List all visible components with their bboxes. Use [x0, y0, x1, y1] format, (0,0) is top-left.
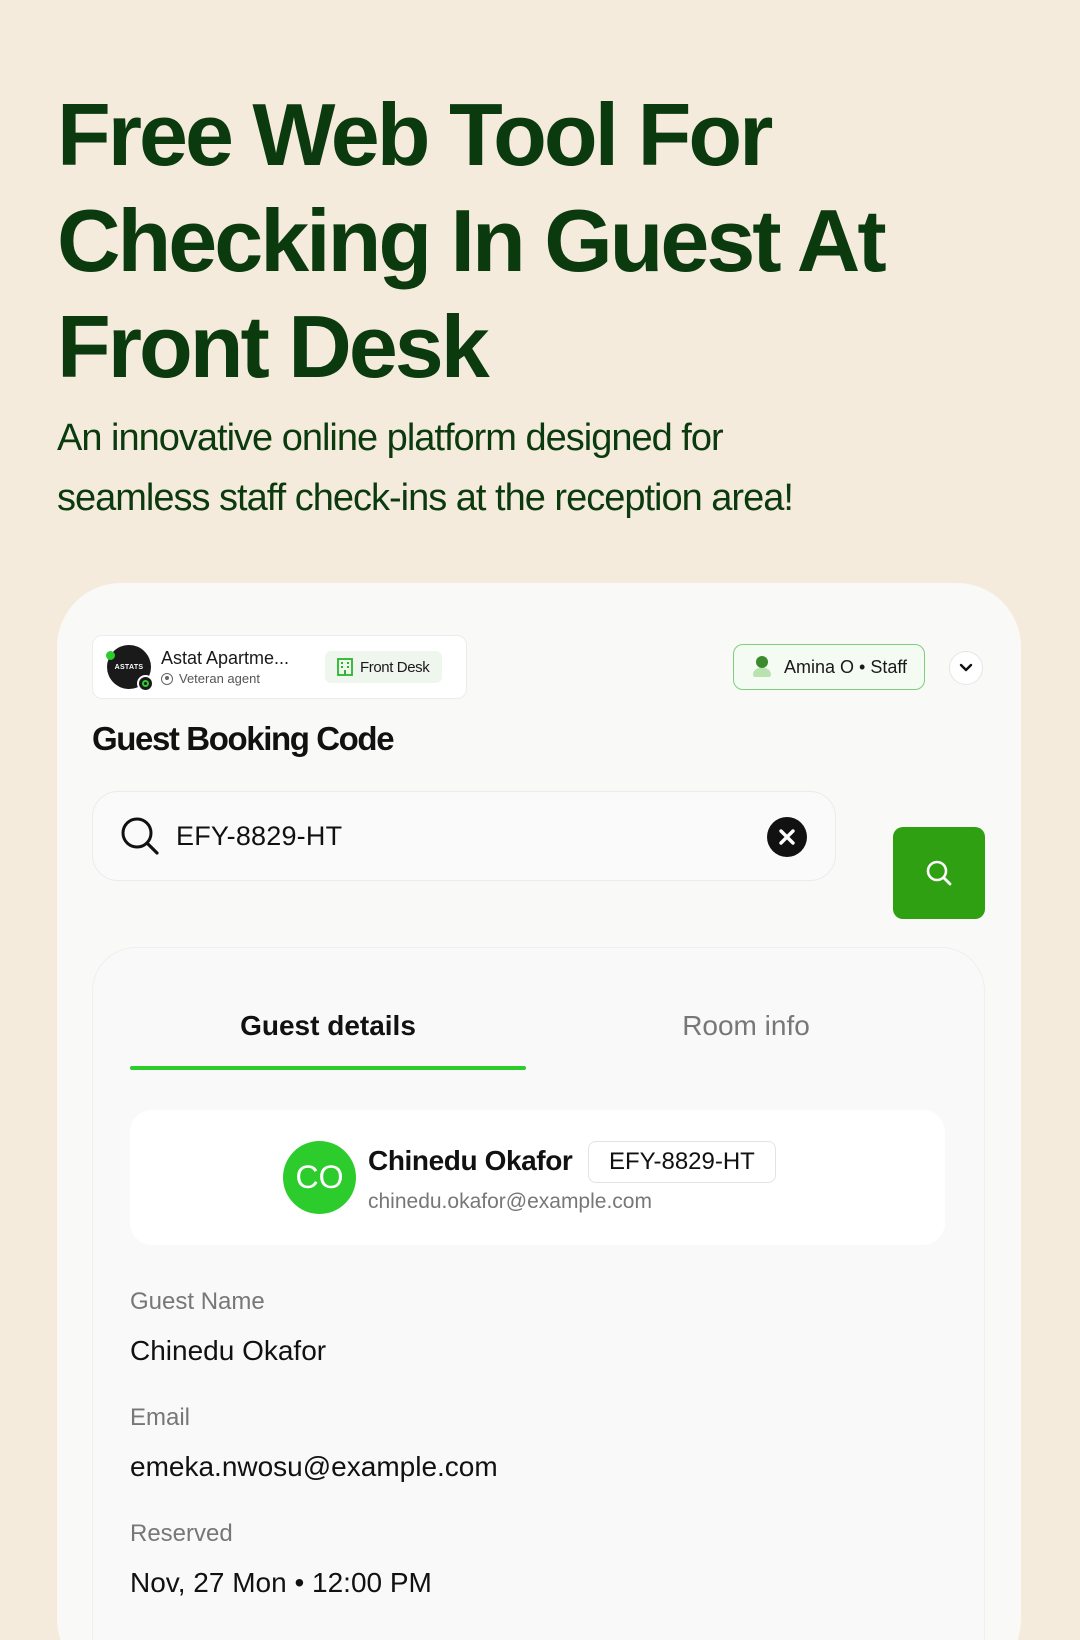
- search-icon: [121, 817, 159, 855]
- online-indicator: [106, 651, 115, 660]
- staff-label: Amina O • Staff: [784, 656, 908, 677]
- agent-selector[interactable]: ASTATS Astat Apartme... Veteran agent Fr…: [92, 635, 467, 699]
- agent-logo: ASTATS: [106, 645, 154, 692]
- guest-email: chinedu.okafor@example.com: [368, 1190, 652, 1213]
- close-icon: [779, 829, 795, 845]
- clear-button[interactable]: [767, 817, 807, 857]
- field-label-guest-name: Guest Name: [130, 1288, 265, 1315]
- account-menu-button[interactable]: [949, 651, 983, 685]
- verified-icon: [137, 675, 154, 692]
- agent-name: Astat Apartme...: [161, 648, 290, 668]
- user-icon: [752, 656, 772, 678]
- field-value-guest-name: Chinedu Okafor: [130, 1335, 327, 1366]
- field-value-reserved: Nov, 27 Mon • 12:00 PM: [130, 1567, 432, 1598]
- medal-icon: [161, 672, 173, 685]
- tab-guest-details[interactable]: Guest details: [130, 1010, 526, 1042]
- active-tab-indicator: [130, 1066, 526, 1070]
- field-label-reserved: Reserved: [130, 1520, 233, 1547]
- building-icon: [337, 658, 353, 676]
- field-value-email: emeka.nwosu@example.com: [130, 1451, 498, 1482]
- front-desk-chip[interactable]: Front Desk: [325, 651, 443, 683]
- hero-subtitle: An innovative online platform designed f…: [57, 417, 794, 519]
- avatar: CO: [283, 1141, 356, 1214]
- tab-room-info[interactable]: Room info: [548, 1010, 944, 1042]
- chevron-down-icon: [959, 663, 973, 672]
- booking-code-input[interactable]: EFY-8829-HT: [92, 791, 836, 881]
- search-icon: [926, 860, 952, 886]
- field-label-email: Email: [130, 1404, 191, 1431]
- booking-details-panel: Guest details Room info CO Chinedu Okafo…: [92, 947, 985, 1640]
- agent-logo-text: ASTATS: [114, 663, 144, 671]
- front-desk-label: Front Desk: [360, 658, 430, 676]
- agent-role: Veteran agent: [179, 671, 260, 686]
- guest-name: Chinedu Okafor: [368, 1145, 573, 1176]
- hero-title: Free Web Tool For Checking In Guest At F…: [57, 85, 887, 396]
- booking-code-value: EFY-8829-HT: [176, 820, 343, 851]
- app-card: ASTATS Astat Apartme... Veteran agent Fr…: [57, 583, 1021, 1640]
- guest-summary-card: CO Chinedu Okafor EFY-8829-HT chinedu.ok…: [130, 1110, 945, 1245]
- search-button[interactable]: [893, 827, 985, 919]
- staff-badge[interactable]: Amina O • Staff: [733, 644, 925, 690]
- booking-code-badge: EFY-8829-HT: [588, 1141, 776, 1183]
- section-title: Guest Booking Code: [92, 720, 395, 757]
